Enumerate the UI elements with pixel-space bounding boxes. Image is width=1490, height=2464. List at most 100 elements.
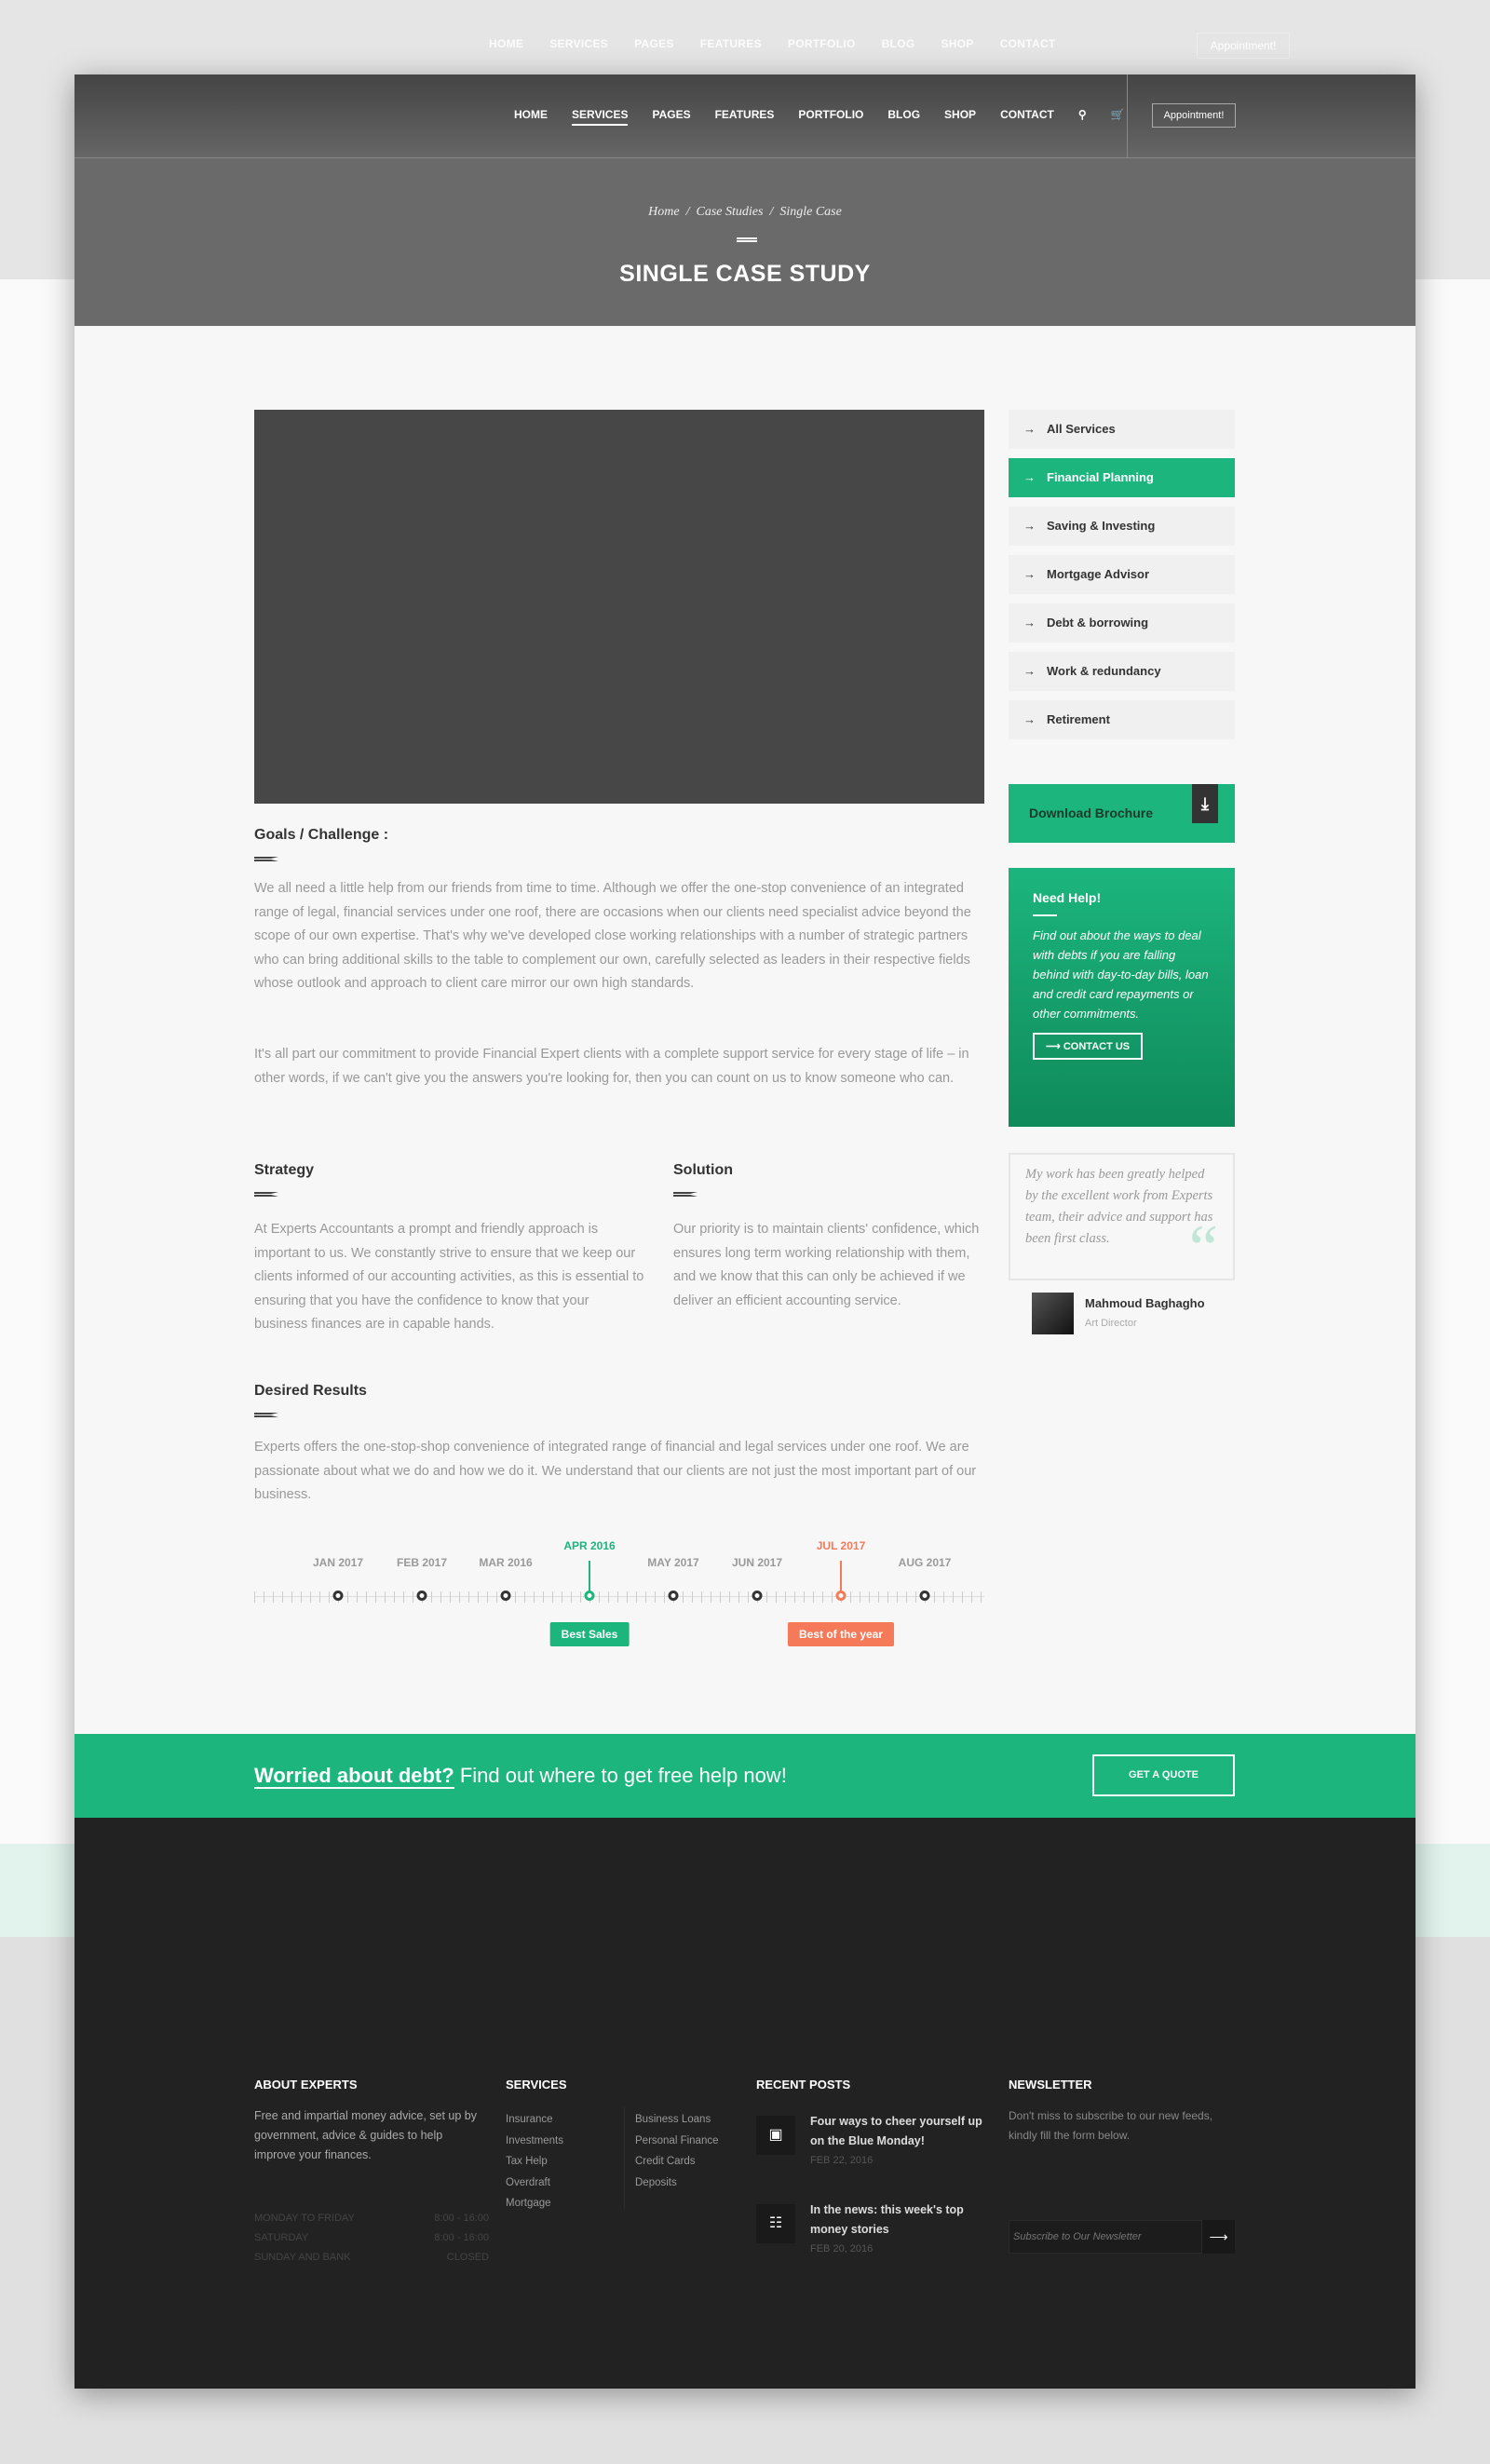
timeline-point[interactable] <box>416 1591 427 1601</box>
search-icon[interactable]: ⚲ <box>1078 108 1087 126</box>
arrow-right-icon: ⟶ <box>1046 1041 1061 1052</box>
timeline-point[interactable] <box>919 1591 930 1601</box>
arrow-right-icon: → <box>1023 616 1036 630</box>
services-list-2: Business Loans Personal Finance Credit Car… <box>635 2109 719 2193</box>
ghost-nav-item: PORTFOLIO <box>787 37 856 50</box>
breadcrumb-case-studies[interactable]: Case Studies <box>696 205 763 219</box>
hours-day: MONDAY TO FRIDAY <box>254 2213 355 2224</box>
hours-time: CLOSED <box>446 2252 489 2263</box>
ghost-nav-item: FEATURES <box>699 37 762 50</box>
download-brochure-button[interactable]: Download Brochure ⤓ <box>1009 784 1235 843</box>
footer-service-link[interactable]: Deposits <box>635 2173 719 2194</box>
services-divider <box>624 2106 625 2209</box>
footer-service-link[interactable]: Personal Finance <box>635 2131 719 2152</box>
cta-band: Worried about debt? Find out where to ge… <box>74 1734 1416 1818</box>
breadcrumb-home[interactable]: Home <box>648 205 679 219</box>
results-text: Experts offers the one-stop-shop conveni… <box>254 1440 977 1502</box>
cart-icon[interactable]: 🛒 <box>1111 108 1125 126</box>
ghost-nav-item: HOME <box>489 37 524 50</box>
contact-us-button[interactable]: ⟶ CONTACT US <box>1033 1033 1144 1060</box>
hours-time: 8:00 - 16:00 <box>434 2213 489 2224</box>
timeline-point[interactable] <box>668 1591 679 1601</box>
cta-message: Find out where to get free help now! <box>454 1764 787 1787</box>
hours-day: SUNDAY AND BANK <box>254 2252 351 2263</box>
sidebar-item[interactable]: → All Services <box>1009 410 1235 449</box>
nav-divider <box>1127 74 1128 158</box>
timeline-tag: Best Sales <box>549 1622 630 1646</box>
sidebar-item[interactable]: → Financial Planning <box>1009 458 1235 497</box>
newsletter-text: Don't miss to subscribe to our new feeds… <box>1009 2109 1213 2142</box>
nav-features[interactable]: FEATURES <box>715 108 775 126</box>
arrow-right-icon: → <box>1023 519 1036 533</box>
footer-service-link[interactable]: Insurance <box>506 2109 563 2131</box>
hours-day: SATURDAY <box>254 2232 309 2243</box>
sidebar-item-label: Retirement <box>1047 712 1110 726</box>
timeline-point[interactable] <box>752 1591 763 1601</box>
footer-service-link[interactable]: Business Loans <box>635 2109 719 2131</box>
sidebar-item[interactable]: → Retirement <box>1009 700 1235 739</box>
post-title[interactable]: Four ways to cheer yourself up on the Bl… <box>810 2112 987 2151</box>
sidebar-item[interactable]: → Work & redundancy <box>1009 652 1235 691</box>
heading-divider <box>254 1413 278 1417</box>
arrow-right-icon: ⟶ <box>1209 2229 1228 2244</box>
nav-home[interactable]: HOME <box>514 108 548 126</box>
help-title: Need Help! <box>1033 890 1102 905</box>
footer-service-link[interactable]: Investments <box>506 2131 563 2152</box>
footer: ABOUT EXPERTS Free and impartial money a… <box>74 1818 1416 2389</box>
sidebar-item-label: All Services <box>1047 422 1116 436</box>
nav-services[interactable]: SERVICES <box>572 108 629 126</box>
footer-service-link[interactable]: Overdraft <box>506 2173 563 2194</box>
ghost-nav-item: CONTACT <box>999 37 1056 50</box>
nav-blog[interactable]: BLOG <box>887 108 920 126</box>
appointment-button[interactable]: Appointment! <box>1152 103 1236 128</box>
timeline-label: AUG 2017 <box>898 1556 952 1569</box>
ghost-nav-item: SERVICES <box>549 37 609 50</box>
nav-contact[interactable]: CONTACT <box>1000 108 1054 126</box>
sidebar-item[interactable]: → Saving & Investing <box>1009 507 1235 546</box>
footer-service-link[interactable]: Credit Cards <box>635 2151 719 2173</box>
strategy-heading: Strategy <box>254 1162 315 1178</box>
arrow-right-icon: → <box>1023 712 1036 726</box>
sidebar-item[interactable]: → Mortgage Advisor <box>1009 555 1235 594</box>
footer-service-link[interactable]: Tax Help <box>506 2151 563 2173</box>
sidebar-item-label: Saving & Investing <box>1047 519 1156 533</box>
get-quote-button[interactable]: GET A QUOTE <box>1092 1754 1235 1796</box>
cta-text: Worried about debt? Find out where to ge… <box>254 1764 787 1789</box>
arrow-right-icon: → <box>1023 567 1036 581</box>
avatar <box>1032 1293 1074 1334</box>
timeline-ticks <box>254 1591 984 1603</box>
timeline-point[interactable] <box>835 1591 847 1601</box>
post-date: FEB 20, 2016 <box>810 2243 874 2254</box>
strategy-text: At Experts Accountants a prompt and frie… <box>254 1222 644 1332</box>
nav-portfolio[interactable]: PORTFOLIO <box>798 108 863 126</box>
page-hero: Home / Case Studies / Single Case SINGLE… <box>74 158 1416 326</box>
main-nav: HOME SERVICES PAGES FEATURES PORTFOLIO B… <box>514 108 1125 126</box>
arrow-right-icon: → <box>1023 664 1036 678</box>
nav-pages[interactable]: PAGES <box>652 108 690 126</box>
sidebar-item-label: Debt & borrowing <box>1047 616 1149 630</box>
image-icon: ▣ <box>756 2116 795 2155</box>
help-divider <box>1033 914 1057 916</box>
quote-icon: “ <box>1188 1212 1218 1284</box>
download-icon: ⤓ <box>1192 784 1218 823</box>
goals-paragraph-2: It's all part our commitment to provide … <box>254 1047 969 1086</box>
nav-shop[interactable]: SHOP <box>944 108 976 126</box>
arrow-right-icon: → <box>1023 422 1036 436</box>
timeline-marker <box>589 1561 590 1592</box>
subscribe-button[interactable]: ⟶ <box>1202 2220 1235 2254</box>
newsletter-email-input[interactable] <box>1009 2220 1202 2254</box>
timeline-point[interactable] <box>584 1591 595 1601</box>
post-title[interactable]: In the news: this week's top money stori… <box>810 2200 987 2240</box>
timeline-point[interactable] <box>332 1591 344 1601</box>
sidebar-item[interactable]: → Debt & borrowing <box>1009 603 1235 643</box>
brochure-label: Download Brochure <box>1029 806 1154 820</box>
contact-us-label: CONTACT US <box>1063 1041 1131 1052</box>
timeline-tag: Best of the year <box>787 1622 895 1646</box>
ghost-nav-item: BLOG <box>881 37 915 50</box>
page-title: SINGLE CASE STUDY <box>619 261 871 287</box>
sidebar-item-label: Mortgage Advisor <box>1047 567 1150 581</box>
cta-highlight[interactable]: Worried about debt? <box>254 1764 454 1789</box>
site-header: HOME SERVICES PAGES FEATURES PORTFOLIO B… <box>74 74 1416 158</box>
footer-service-link[interactable]: Mortgage <box>506 2193 563 2214</box>
timeline-point[interactable] <box>500 1591 511 1601</box>
